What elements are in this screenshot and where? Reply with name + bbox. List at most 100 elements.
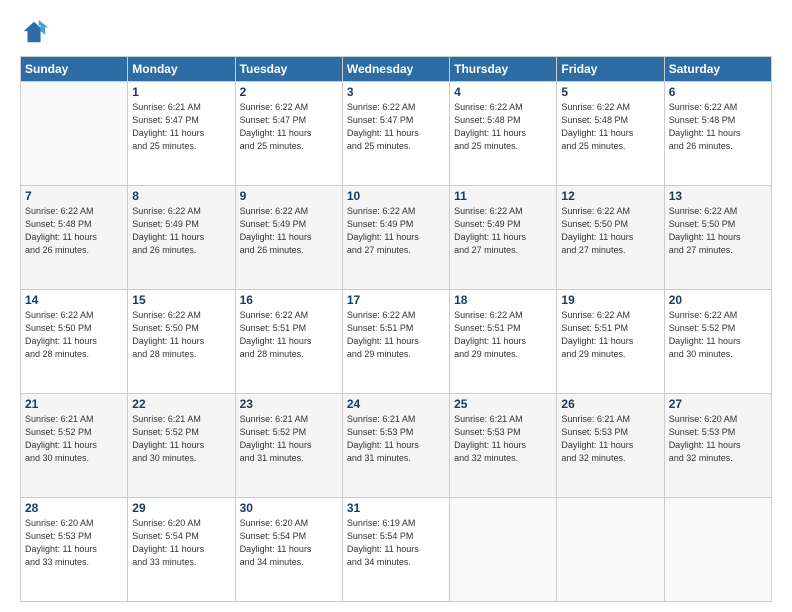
logo <box>20 18 52 46</box>
day-number: 24 <box>347 397 445 411</box>
day-number: 7 <box>25 189 123 203</box>
day-number: 12 <box>561 189 659 203</box>
day-number: 25 <box>454 397 552 411</box>
calendar-cell: 14 Sunrise: 6:22 AM Sunset: 5:50 PM Dayli… <box>21 290 128 394</box>
calendar-cell: 29Sunrise: 6:20 AM Sunset: 5:54 PM Dayli… <box>128 498 235 602</box>
day-number: 27 <box>669 397 767 411</box>
day-info: Sunrise: 6:21 AM Sunset: 5:53 PM Dayligh… <box>561 413 659 465</box>
day-number: 3 <box>347 85 445 99</box>
day-number: 14 <box>25 293 123 307</box>
day-info: Sunrise: 6:21 AM Sunset: 5:52 PM Dayligh… <box>132 413 230 465</box>
day-info: Sunrise: 6:22 AM Sunset: 5:47 PM Dayligh… <box>240 101 338 153</box>
day-info: Sunrise: 6:22 AM Sunset: 5:51 PM Dayligh… <box>561 309 659 361</box>
day-number: 23 <box>240 397 338 411</box>
calendar-cell: 26 Sunrise: 6:21 AM Sunset: 5:53 PM Dayli… <box>557 394 664 498</box>
calendar-week-row: 14 Sunrise: 6:22 AM Sunset: 5:50 PM Dayli… <box>21 290 772 394</box>
day-number: 4 <box>454 85 552 99</box>
day-info: Sunrise: 6:22 AM Sunset: 5:51 PM Dayligh… <box>240 309 338 361</box>
day-info: Sunrise: 6:22 AM Sunset: 5:49 PM Dayligh… <box>240 205 338 257</box>
calendar-cell: 1 Sunrise: 6:21 AM Sunset: 5:47 PM Daylig… <box>128 82 235 186</box>
day-number: 6 <box>669 85 767 99</box>
day-info: Sunrise: 6:22 AM Sunset: 5:50 PM Dayligh… <box>561 205 659 257</box>
day-number: 5 <box>561 85 659 99</box>
calendar-cell: 6 Sunrise: 6:22 AM Sunset: 5:48 PM Daylig… <box>664 82 771 186</box>
calendar-cell: 3 Sunrise: 6:22 AM Sunset: 5:47 PM Daylig… <box>342 82 449 186</box>
calendar-cell: 24 Sunrise: 6:21 AM Sunset: 5:53 PM Dayli… <box>342 394 449 498</box>
day-info: Sunrise: 6:21 AM Sunset: 5:53 PM Dayligh… <box>347 413 445 465</box>
calendar-week-row: 7 Sunrise: 6:22 AM Sunset: 5:48 PM Daylig… <box>21 186 772 290</box>
day-number: 15 <box>132 293 230 307</box>
day-number: 21 <box>25 397 123 411</box>
day-number: 26 <box>561 397 659 411</box>
weekday-header-sunday: Sunday <box>21 57 128 82</box>
calendar-cell: 9 Sunrise: 6:22 AM Sunset: 5:49 PM Daylig… <box>235 186 342 290</box>
calendar-cell: 23 Sunrise: 6:21 AM Sunset: 5:52 PM Dayli… <box>235 394 342 498</box>
day-info: Sunrise: 6:20 AM Sunset: 5:53 PM Dayligh… <box>25 517 123 569</box>
weekday-header-friday: Friday <box>557 57 664 82</box>
calendar-week-row: 28Sunrise: 6:20 AM Sunset: 5:53 PM Dayli… <box>21 498 772 602</box>
day-info: Sunrise: 6:21 AM Sunset: 5:52 PM Dayligh… <box>25 413 123 465</box>
calendar-cell: 10Sunrise: 6:22 AM Sunset: 5:49 PM Dayli… <box>342 186 449 290</box>
calendar-cell: 21 Sunrise: 6:21 AM Sunset: 5:52 PM Dayli… <box>21 394 128 498</box>
calendar-cell: 25 Sunrise: 6:21 AM Sunset: 5:53 PM Dayli… <box>450 394 557 498</box>
day-info: Sunrise: 6:22 AM Sunset: 5:52 PM Dayligh… <box>669 309 767 361</box>
day-info: Sunrise: 6:22 AM Sunset: 5:50 PM Dayligh… <box>669 205 767 257</box>
day-info: Sunrise: 6:21 AM Sunset: 5:52 PM Dayligh… <box>240 413 338 465</box>
day-info: Sunrise: 6:22 AM Sunset: 5:48 PM Dayligh… <box>454 101 552 153</box>
day-info: Sunrise: 6:21 AM Sunset: 5:53 PM Dayligh… <box>454 413 552 465</box>
day-number: 22 <box>132 397 230 411</box>
calendar-cell: 4 Sunrise: 6:22 AM Sunset: 5:48 PM Daylig… <box>450 82 557 186</box>
day-info: Sunrise: 6:22 AM Sunset: 5:49 PM Dayligh… <box>454 205 552 257</box>
day-number: 17 <box>347 293 445 307</box>
header <box>20 18 772 46</box>
day-info: Sunrise: 6:22 AM Sunset: 5:48 PM Dayligh… <box>561 101 659 153</box>
day-info: Sunrise: 6:21 AM Sunset: 5:47 PM Dayligh… <box>132 101 230 153</box>
weekday-header-saturday: Saturday <box>664 57 771 82</box>
day-info: Sunrise: 6:22 AM Sunset: 5:48 PM Dayligh… <box>25 205 123 257</box>
calendar-cell: 12 Sunrise: 6:22 AM Sunset: 5:50 PM Dayli… <box>557 186 664 290</box>
calendar-cell <box>21 82 128 186</box>
day-number: 2 <box>240 85 338 99</box>
calendar-cell: 15Sunrise: 6:22 AM Sunset: 5:50 PM Dayli… <box>128 290 235 394</box>
day-info: Sunrise: 6:22 AM Sunset: 5:49 PM Dayligh… <box>132 205 230 257</box>
calendar-cell: 16 Sunrise: 6:22 AM Sunset: 5:51 PM Dayli… <box>235 290 342 394</box>
day-info: Sunrise: 6:20 AM Sunset: 5:53 PM Dayligh… <box>669 413 767 465</box>
calendar-cell: 11 Sunrise: 6:22 AM Sunset: 5:49 PM Dayli… <box>450 186 557 290</box>
day-info: Sunrise: 6:22 AM Sunset: 5:50 PM Dayligh… <box>25 309 123 361</box>
day-number: 11 <box>454 189 552 203</box>
weekday-header-tuesday: Tuesday <box>235 57 342 82</box>
calendar-cell: 7 Sunrise: 6:22 AM Sunset: 5:48 PM Daylig… <box>21 186 128 290</box>
calendar-cell: 28Sunrise: 6:20 AM Sunset: 5:53 PM Dayli… <box>21 498 128 602</box>
day-number: 31 <box>347 501 445 515</box>
day-number: 16 <box>240 293 338 307</box>
weekday-header-wednesday: Wednesday <box>342 57 449 82</box>
day-info: Sunrise: 6:22 AM Sunset: 5:51 PM Dayligh… <box>454 309 552 361</box>
calendar-cell: 31 Sunrise: 6:19 AM Sunset: 5:54 PM Dayli… <box>342 498 449 602</box>
weekday-header-thursday: Thursday <box>450 57 557 82</box>
calendar-cell: 8Sunrise: 6:22 AM Sunset: 5:49 PM Daylig… <box>128 186 235 290</box>
calendar-cell: 5 Sunrise: 6:22 AM Sunset: 5:48 PM Daylig… <box>557 82 664 186</box>
day-info: Sunrise: 6:20 AM Sunset: 5:54 PM Dayligh… <box>240 517 338 569</box>
day-number: 19 <box>561 293 659 307</box>
day-info: Sunrise: 6:22 AM Sunset: 5:48 PM Dayligh… <box>669 101 767 153</box>
day-number: 9 <box>240 189 338 203</box>
day-number: 20 <box>669 293 767 307</box>
calendar-cell: 19 Sunrise: 6:22 AM Sunset: 5:51 PM Dayli… <box>557 290 664 394</box>
day-info: Sunrise: 6:22 AM Sunset: 5:49 PM Dayligh… <box>347 205 445 257</box>
calendar-cell: 13 Sunrise: 6:22 AM Sunset: 5:50 PM Dayli… <box>664 186 771 290</box>
calendar-cell: 2 Sunrise: 6:22 AM Sunset: 5:47 PM Daylig… <box>235 82 342 186</box>
calendar-table: SundayMondayTuesdayWednesdayThursdayFrid… <box>20 56 772 602</box>
logo-icon <box>20 18 48 46</box>
day-info: Sunrise: 6:22 AM Sunset: 5:47 PM Dayligh… <box>347 101 445 153</box>
day-number: 1 <box>132 85 230 99</box>
day-number: 13 <box>669 189 767 203</box>
calendar-cell: 20 Sunrise: 6:22 AM Sunset: 5:52 PM Dayli… <box>664 290 771 394</box>
calendar-cell: 27 Sunrise: 6:20 AM Sunset: 5:53 PM Dayli… <box>664 394 771 498</box>
calendar-week-row: 21 Sunrise: 6:21 AM Sunset: 5:52 PM Dayli… <box>21 394 772 498</box>
day-number: 18 <box>454 293 552 307</box>
calendar-cell: 17Sunrise: 6:22 AM Sunset: 5:51 PM Dayli… <box>342 290 449 394</box>
calendar-cell <box>450 498 557 602</box>
calendar-header-row: SundayMondayTuesdayWednesdayThursdayFrid… <box>21 57 772 82</box>
day-info: Sunrise: 6:19 AM Sunset: 5:54 PM Dayligh… <box>347 517 445 569</box>
day-info: Sunrise: 6:20 AM Sunset: 5:54 PM Dayligh… <box>132 517 230 569</box>
